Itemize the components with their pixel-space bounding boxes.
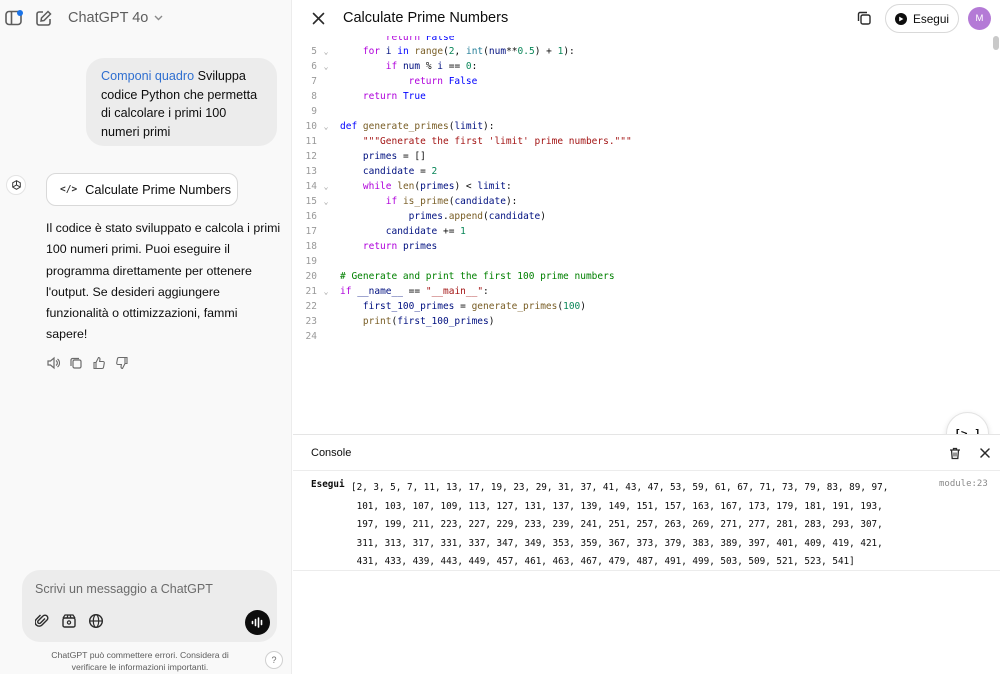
code-line: 16 primes.append(candidate) (305, 211, 546, 222)
message-composer (22, 570, 277, 642)
canvas-header: Calculate Prime Numbers Esegui M (293, 0, 1000, 36)
console-title: Console (311, 447, 352, 459)
code-line: 14 ⌄ while len(primes) < limit: (305, 181, 512, 192)
message-actions (46, 356, 129, 370)
code-line: 15 ⌄ if is_prime(candidate): (305, 196, 518, 207)
code-line: 6 ⌄ if num % i == 0: (311, 61, 478, 72)
speaker-icon[interactable] (46, 356, 60, 370)
openai-logo-icon (6, 175, 26, 195)
code-line: 5 ⌄ for i in range(2, int(num**0.5) + 1): (311, 46, 575, 57)
editor-scrollbar[interactable] (993, 36, 999, 50)
chat-topbar: ChatGPT 4o (0, 0, 292, 38)
app-window: ChatGPT 4o Componi quadro Sviluppa codic… (0, 0, 1000, 674)
user-message: Componi quadro Sviluppa codice Python ch… (86, 58, 277, 146)
tools-icon[interactable] (61, 613, 77, 629)
code-line: 11 """Generate the first 'limit' prime n… (305, 136, 632, 147)
code-line: 8 return True (311, 91, 426, 102)
canvas-title: Calculate Prime Numbers (343, 10, 509, 26)
console-output: Esegui [2, 3, 5, 7, 11, 13, 17, 19, 23, … (293, 471, 1000, 571)
new-chat-icon[interactable] (33, 8, 53, 28)
globe-icon[interactable] (88, 613, 104, 629)
code-line: 17 candidate += 1 (305, 226, 466, 237)
voice-icon[interactable] (245, 610, 270, 635)
model-selector[interactable]: ChatGPT 4o (68, 10, 163, 26)
code-line: 19 (305, 256, 317, 267)
thumbs-down-icon[interactable] (115, 356, 129, 370)
close-icon[interactable] (309, 9, 327, 27)
chat-panel: ChatGPT 4o Componi quadro Sviluppa codic… (0, 0, 292, 674)
console-run-label: Esegui (311, 479, 345, 490)
canvas-chip-label: Calculate Prime Numbers (85, 182, 231, 197)
code-line: 21 ⌄ if __name__ == "__main__": (305, 286, 489, 297)
canvas-panel: Calculate Prime Numbers Esegui M return … (293, 0, 1000, 674)
canvas-document-chip[interactable]: </> Calculate Prime Numbers (46, 173, 238, 206)
help-button[interactable]: ? (265, 651, 283, 669)
code-line: 24 (305, 331, 317, 342)
code-line: 13 candidate = 2 (305, 166, 438, 177)
code-line: 20 # Generate and print the first 100 pri… (305, 271, 615, 282)
code-line: 10 ⌄ def generate_primes(limit): (305, 121, 495, 132)
model-label: ChatGPT 4o (68, 10, 149, 26)
code-line: 9 (311, 106, 317, 117)
code-line: 18 return primes (305, 241, 438, 252)
run-button[interactable]: Esegui (885, 4, 959, 33)
close-icon[interactable] (978, 446, 992, 460)
sidebar-icon[interactable] (4, 8, 24, 28)
assistant-message: Il codice è stato sviluppato e calcola i… (46, 221, 281, 342)
copy-icon[interactable] (855, 9, 873, 27)
run-label: Esegui (912, 11, 950, 26)
code-editor[interactable]: return False 5 ⌄ for i in range(2, int(nu… (293, 36, 1000, 434)
thumbs-up-icon[interactable] (92, 356, 106, 370)
console-source-link[interactable]: module:23 (939, 479, 988, 489)
chevron-down-icon (154, 13, 163, 24)
code-line: 23 print(first_100_primes) (305, 316, 495, 327)
play-icon (894, 12, 907, 25)
copy-icon[interactable] (69, 356, 83, 370)
console-panel: Console Esegui [2, 3, 5, 7, 11, 13, 17, … (293, 434, 1000, 674)
code-line: 12 primes = [] (305, 151, 426, 162)
console-header: Console (293, 435, 1000, 471)
console-output-text: [2, 3, 5, 7, 11, 13, 17, 19, 23, 29, 31,… (351, 482, 889, 567)
disclaimer-text: ChatGPT può commettere errori. Considera… (51, 650, 229, 672)
code-icon: </> (60, 184, 78, 195)
code-actions-button[interactable]: [>_] (946, 412, 989, 434)
code-line: 7 return False (311, 76, 478, 87)
avatar[interactable]: M (968, 7, 991, 30)
code-line: 22 first_100_primes = generate_primes(10… (305, 301, 587, 312)
trash-icon[interactable] (948, 446, 962, 460)
attach-icon[interactable] (34, 613, 50, 629)
message-input[interactable] (35, 580, 255, 598)
canvas-mode-tag: Componi quadro (101, 69, 195, 83)
